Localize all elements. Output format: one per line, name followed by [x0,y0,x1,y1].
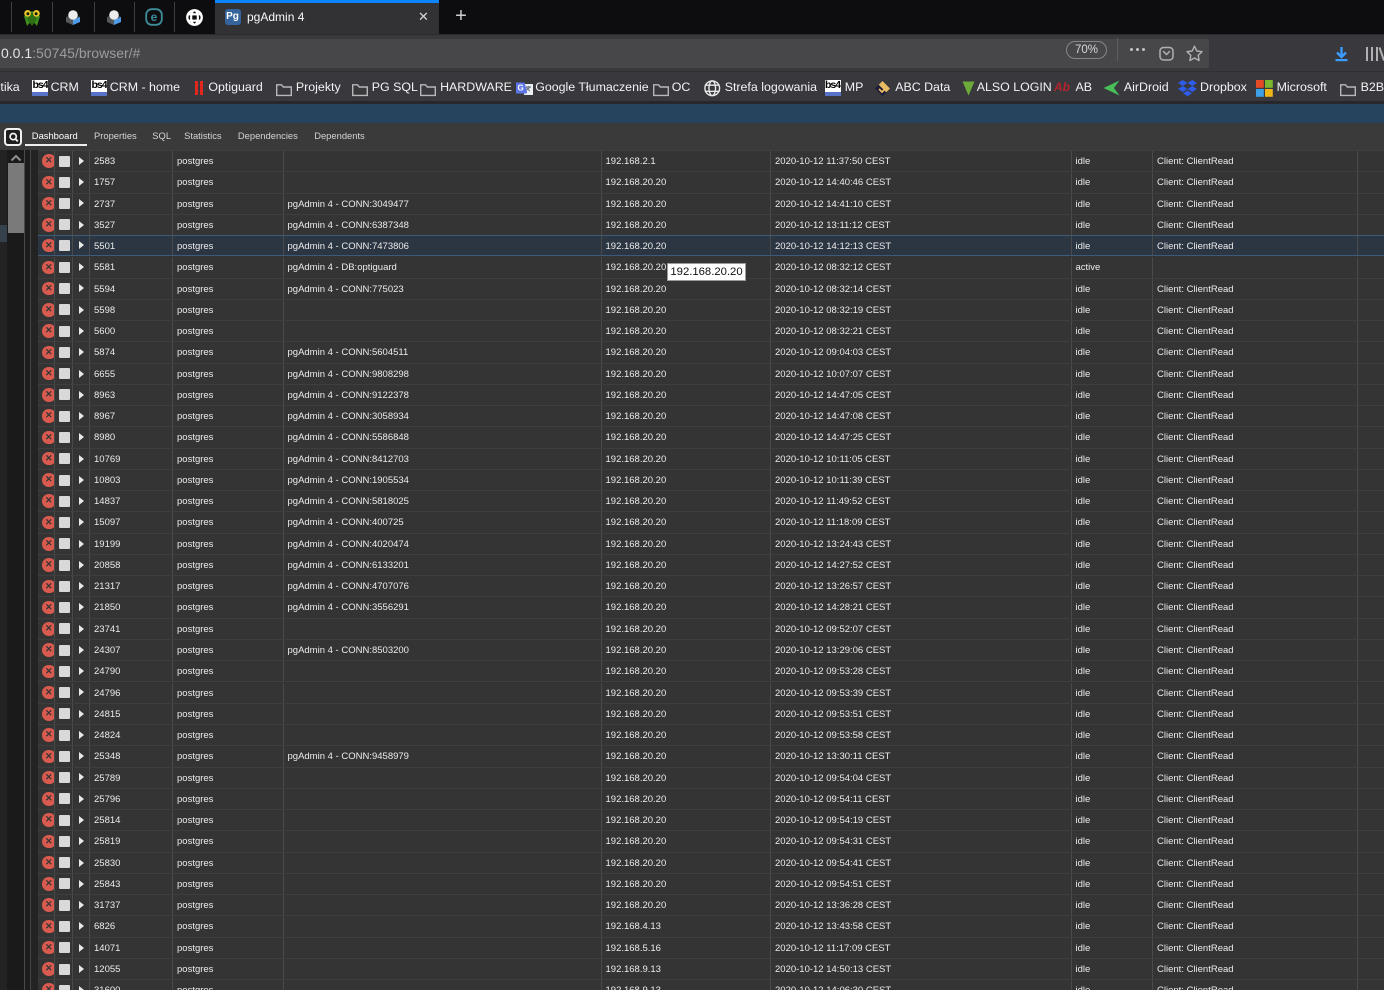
svg-text:G: G [517,84,523,93]
svg-text:e: e [151,10,158,24]
